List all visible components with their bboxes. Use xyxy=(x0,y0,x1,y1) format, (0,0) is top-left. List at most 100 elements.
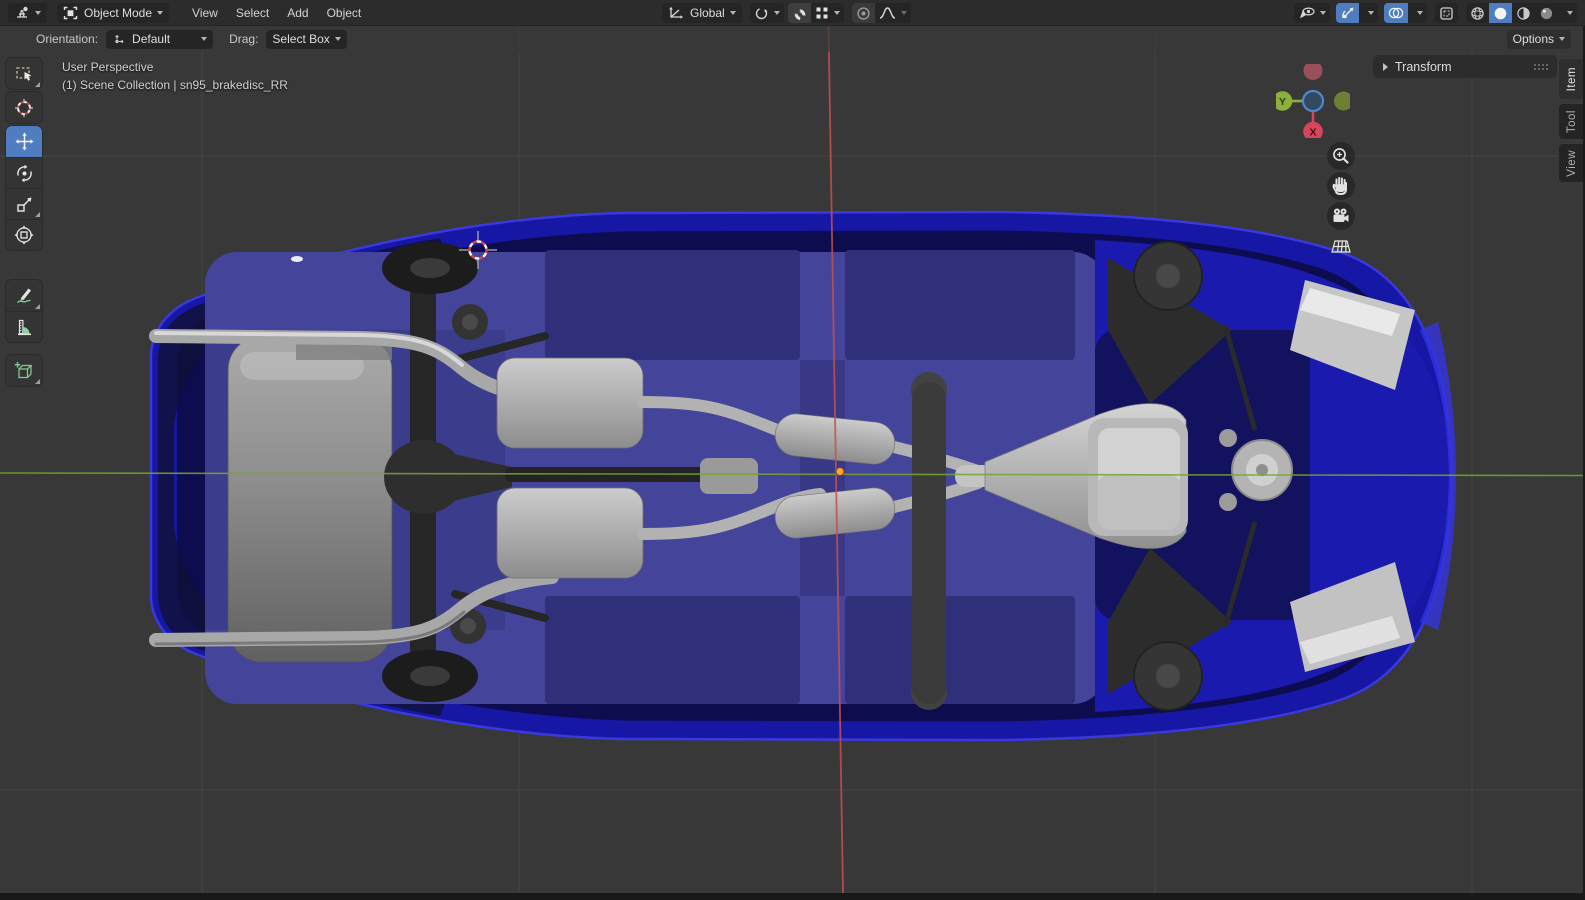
tool-select-box[interactable] xyxy=(6,58,42,89)
snap-toggle-button[interactable] xyxy=(787,3,811,23)
tool-settings-bar: Orientation: Default Drag: Select Box Op… xyxy=(0,26,1585,52)
tool-rotate[interactable] xyxy=(6,157,42,188)
drag-label: Drag: xyxy=(229,32,259,46)
toolbar-group-annotate xyxy=(6,280,42,342)
gizmo-axis-neg-x[interactable] xyxy=(1303,64,1323,80)
tool-transform[interactable] xyxy=(6,219,42,250)
gizmo-axis-neg-y[interactable] xyxy=(1334,91,1350,111)
gizmos-group xyxy=(1336,3,1378,23)
tab-view-label: View xyxy=(1565,149,1578,177)
snap-with-button[interactable] xyxy=(811,3,844,23)
shading-solid-button[interactable] xyxy=(1489,3,1512,23)
tool-move[interactable] xyxy=(6,126,42,157)
pan-button[interactable] xyxy=(1327,172,1355,200)
snap-pivot-button[interactable] xyxy=(750,3,784,23)
orientation-value: Default xyxy=(132,32,171,46)
rendered-sphere-icon xyxy=(1540,7,1553,19)
visibility-eye-icon xyxy=(1300,7,1315,19)
measure-icon xyxy=(17,319,31,335)
panel-title: Transform xyxy=(1395,59,1452,74)
gizmo-icon xyxy=(1342,7,1354,18)
tool-scale[interactable] xyxy=(6,188,42,219)
object-origin-dot[interactable] xyxy=(835,467,845,476)
car-model[interactable] xyxy=(149,210,1456,742)
xray-toggle[interactable] xyxy=(1435,3,1458,23)
perspective-toggle-button[interactable] xyxy=(1331,240,1351,253)
snapping-group xyxy=(787,3,844,23)
solid-sphere-icon xyxy=(1494,7,1507,19)
editor-type-selector[interactable] xyxy=(8,3,47,23)
overlays-toggle-button[interactable] xyxy=(1384,3,1408,23)
crossmember[interactable] xyxy=(912,382,946,704)
shading-rendered-button[interactable] xyxy=(1535,3,1558,23)
menu-view[interactable]: View xyxy=(183,6,227,20)
chevron-down-icon xyxy=(729,11,736,15)
cursor-orientation-icon xyxy=(115,34,124,43)
viewport-header: Object Mode View Select Add Object Globa… xyxy=(0,0,1585,26)
fuel-tank[interactable] xyxy=(227,335,393,663)
engine-lower xyxy=(1098,474,1180,530)
status-bar-edge xyxy=(0,893,1585,900)
camera-view-button[interactable] xyxy=(1327,202,1355,230)
chevron-down-icon xyxy=(35,11,41,15)
chevron-down-icon xyxy=(1567,11,1573,15)
muffler-bottom[interactable] xyxy=(496,487,644,579)
menu-select[interactable]: Select xyxy=(227,6,278,20)
add-cube-icon xyxy=(14,361,33,378)
navigation-gizmo[interactable]: Y X xyxy=(1276,64,1350,138)
subtool-indicator xyxy=(35,82,40,87)
orientation-global-icon xyxy=(669,6,683,19)
orientation-default-dropdown[interactable]: Default xyxy=(106,29,214,49)
wheel-hub xyxy=(410,258,450,278)
overlays-group xyxy=(1384,3,1427,23)
subtool-indicator xyxy=(35,212,40,217)
overlays-dropdown[interactable] xyxy=(1408,3,1427,23)
transform-orientation-dropdown[interactable]: Global xyxy=(662,3,742,23)
sidebar-tab-view[interactable]: View xyxy=(1558,143,1584,183)
show-object-types-group xyxy=(1294,3,1330,23)
proportional-edit-group xyxy=(851,3,911,23)
tool-annotate[interactable] xyxy=(6,280,42,311)
drag-mode-dropdown[interactable]: Select Box xyxy=(266,29,347,49)
chevron-down-icon xyxy=(773,11,780,15)
proportional-toggle-button[interactable] xyxy=(851,3,875,23)
transform-panel-header[interactable]: Transform xyxy=(1373,55,1557,78)
zoom-button[interactable] xyxy=(1327,142,1355,170)
overlays-icon xyxy=(1388,7,1404,19)
panel-collapse-arrow-icon xyxy=(1383,62,1388,71)
gizmo-axis-z[interactable] xyxy=(1301,89,1325,113)
panel-grip-icon[interactable] xyxy=(1533,63,1549,71)
show-object-types-button[interactable] xyxy=(1294,3,1330,23)
mode-dropdown[interactable]: Object Mode xyxy=(57,3,170,23)
menu-add[interactable]: Add xyxy=(278,6,317,20)
toolbar-group-add xyxy=(6,355,42,386)
select-box-icon xyxy=(15,67,31,81)
chevron-down-icon xyxy=(833,11,840,15)
tool-measure[interactable] xyxy=(6,311,42,342)
sidebar-tab-tool[interactable]: Tool xyxy=(1558,103,1584,140)
perspective-grid-icon xyxy=(1331,240,1351,253)
scene-context-label: (1) Scene Collection | sn95_brakedisc_RR xyxy=(62,78,288,92)
transform-icon xyxy=(14,225,34,245)
gizmo-x-label: X xyxy=(1309,127,1316,139)
falloff-button[interactable] xyxy=(875,3,911,23)
falloff-curve-icon xyxy=(879,7,895,19)
options-dropdown[interactable]: Options xyxy=(1506,29,1571,49)
shading-dropdown[interactable] xyxy=(1558,3,1577,23)
3d-cursor-icon xyxy=(15,98,33,117)
chevron-down-icon xyxy=(1320,11,1326,15)
snap-link-icon xyxy=(755,7,768,19)
body-highlight-speck xyxy=(291,256,303,262)
gizmos-dropdown[interactable] xyxy=(1359,3,1378,23)
tool-cursor[interactable] xyxy=(6,92,42,123)
chevron-down-icon xyxy=(1417,11,1423,15)
proportional-circle-icon xyxy=(857,6,870,20)
sidebar-tab-item[interactable]: Item xyxy=(1558,58,1584,100)
menu-object[interactable]: Object xyxy=(318,6,371,20)
gizmos-toggle-button[interactable] xyxy=(1336,3,1359,23)
viewport-nav-buttons xyxy=(1327,142,1355,253)
muffler-top[interactable] xyxy=(496,357,644,449)
shading-wireframe-button[interactable] xyxy=(1466,3,1489,23)
tool-add-cube[interactable] xyxy=(6,355,42,386)
shading-material-button[interactable] xyxy=(1512,3,1535,23)
